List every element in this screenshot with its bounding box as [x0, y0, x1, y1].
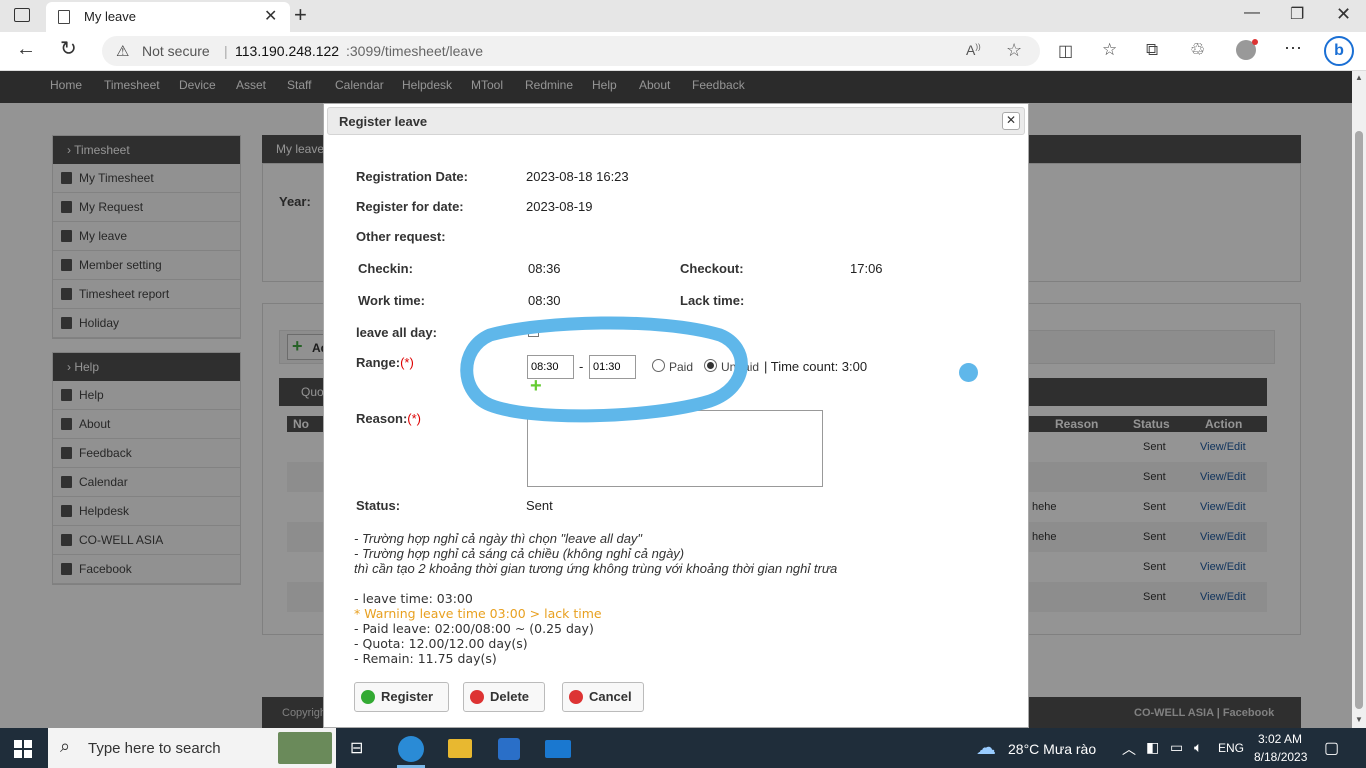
notifications-icon[interactable]: ▢	[1324, 738, 1339, 758]
checkout-value: 17:06	[850, 261, 883, 276]
network-icon[interactable]: ▭	[1170, 739, 1183, 756]
leave-time: - leave time: 03:00	[354, 591, 473, 606]
register-button[interactable]: Register	[354, 682, 449, 712]
volume-icon[interactable]: 🔈︎	[1194, 739, 1202, 756]
note-line-1: - Trường hợp nghỉ cả ngày thì chọn "leav…	[354, 531, 643, 546]
web-page: Home Timesheet Device Asset Staff Calend…	[0, 71, 1352, 728]
warning-icon: ⚠	[116, 43, 130, 60]
mail-icon[interactable]	[545, 740, 571, 758]
lacktime-label: Lack time:	[680, 293, 745, 308]
cursor-dot	[959, 363, 978, 382]
url-separator: |	[224, 43, 228, 59]
close-tab-icon[interactable]: ✕	[264, 6, 277, 26]
edge-icon[interactable]	[398, 736, 424, 762]
paid-leave: - Paid leave: 02:00/08:00 ~ (0.25 day)	[354, 621, 594, 636]
delete-button[interactable]: Delete	[463, 682, 545, 712]
profile-badge	[1252, 39, 1258, 45]
clock-date[interactable]: 8/18/2023	[1254, 750, 1307, 764]
more-menu-icon[interactable]: ⋯	[1284, 38, 1302, 59]
search-icon: ⌕	[60, 736, 71, 756]
note-line-2: - Trường hợp nghỉ cả sáng cả chiều (khôn…	[354, 546, 685, 561]
tab-title: My leave	[84, 9, 137, 24]
taskbar-search-box[interactable]: ⌕ Type here to search	[48, 728, 336, 768]
cancel-icon	[569, 690, 583, 704]
checkin-label: Checkin:	[358, 261, 413, 276]
dialog-header: Register leave ✕	[327, 107, 1025, 135]
read-aloud-icon[interactable]: A))	[966, 42, 981, 58]
note-line-3: thì cần tạo 2 khoảng thời gian tương ứng…	[354, 561, 838, 576]
back-icon[interactable]: ←	[16, 39, 36, 59]
time-count: | Time count: 3:00	[764, 359, 868, 374]
tray-chevron-icon[interactable]: ︿	[1122, 739, 1136, 759]
worktime-label: Work time:	[358, 293, 425, 308]
leave-all-day-label: leave all day:	[356, 325, 437, 340]
browser-tab-bar: My leave ✕ + — ❐ ✕	[0, 0, 1366, 32]
reason-label: Reason:(*)	[356, 411, 422, 426]
dialog-close-icon[interactable]: ✕	[1002, 112, 1020, 130]
extensions-icon[interactable]: ♲	[1190, 40, 1205, 60]
close-window-icon[interactable]: ✕	[1336, 4, 1351, 25]
url-field[interactable]: ⚠ Not secure | 113.190.248.122 :3099/tim…	[102, 36, 1040, 66]
security-label[interactable]: Not secure	[142, 43, 210, 59]
new-tab-icon[interactable]: +	[294, 2, 307, 28]
remain: - Remain: 11.75 day(s)	[354, 651, 497, 666]
search-placeholder: Type here to search	[88, 740, 221, 757]
file-explorer-icon[interactable]	[448, 739, 472, 758]
split-screen-icon[interactable]: ◫	[1058, 41, 1073, 61]
warning-text: * Warning leave time 03:00 > lack time	[354, 606, 602, 621]
register-for-value: 2023-08-19	[526, 199, 593, 214]
collections-icon[interactable]: ⧉	[1146, 40, 1158, 60]
weather-text[interactable]: 28°C Mưa rào	[1008, 741, 1096, 757]
favorite-star-icon[interactable]: ☆	[1006, 40, 1022, 61]
worktime-value: 08:30	[528, 293, 561, 308]
tab-actions-icon[interactable]	[14, 8, 30, 22]
check-icon	[361, 690, 375, 704]
maximize-icon[interactable]: ❐	[1290, 4, 1304, 24]
cancel-button[interactable]: Cancel	[562, 682, 644, 712]
highlight-annotation	[460, 316, 748, 423]
registration-date-value: 2023-08-18 16:23	[526, 169, 629, 184]
scrollbar-thumb[interactable]	[1355, 131, 1363, 709]
browser-tab[interactable]: My leave ✕	[46, 2, 290, 32]
range-label: Range:(*)	[356, 355, 414, 370]
taskbar: ⌕ Type here to search ⊟ ☁ 28°C Mưa rào ︿…	[0, 728, 1366, 768]
url-host: 113.190.248.122	[235, 43, 340, 59]
status-label: Status:	[356, 498, 401, 513]
meet-icon[interactable]: ◧	[1146, 739, 1159, 756]
search-highlight-image	[278, 732, 332, 764]
page-icon	[58, 10, 70, 24]
dialog-title: Register leave	[339, 114, 428, 129]
windows-start-icon[interactable]	[14, 740, 32, 758]
language-indicator[interactable]: ENG	[1218, 741, 1244, 755]
refresh-icon[interactable]: ↻	[60, 39, 77, 59]
register-for-label: Register for date:	[356, 199, 464, 214]
delete-icon	[470, 690, 484, 704]
other-request-label: Other request:	[356, 229, 446, 244]
page-scrollbar[interactable]: ▲ ▼	[1352, 71, 1366, 728]
status-value: Sent	[526, 498, 553, 513]
clock-time[interactable]: 3:02 AM	[1258, 732, 1302, 746]
bing-chat-icon[interactable]: b	[1324, 36, 1354, 66]
minimize-icon[interactable]: —	[1244, 4, 1260, 22]
store-icon[interactable]	[498, 738, 520, 760]
checkout-label: Checkout:	[680, 261, 744, 276]
favorites-icon[interactable]: ☆	[1102, 40, 1117, 60]
registration-date-label: Registration Date:	[356, 169, 468, 184]
url-path: :3099/timesheet/leave	[346, 43, 483, 59]
task-view-icon[interactable]: ⊟	[350, 738, 363, 758]
checkin-value: 08:36	[528, 261, 561, 276]
quota: - Quota: 12.00/12.00 day(s)	[354, 636, 528, 651]
weather-icon: ☁	[976, 737, 996, 759]
